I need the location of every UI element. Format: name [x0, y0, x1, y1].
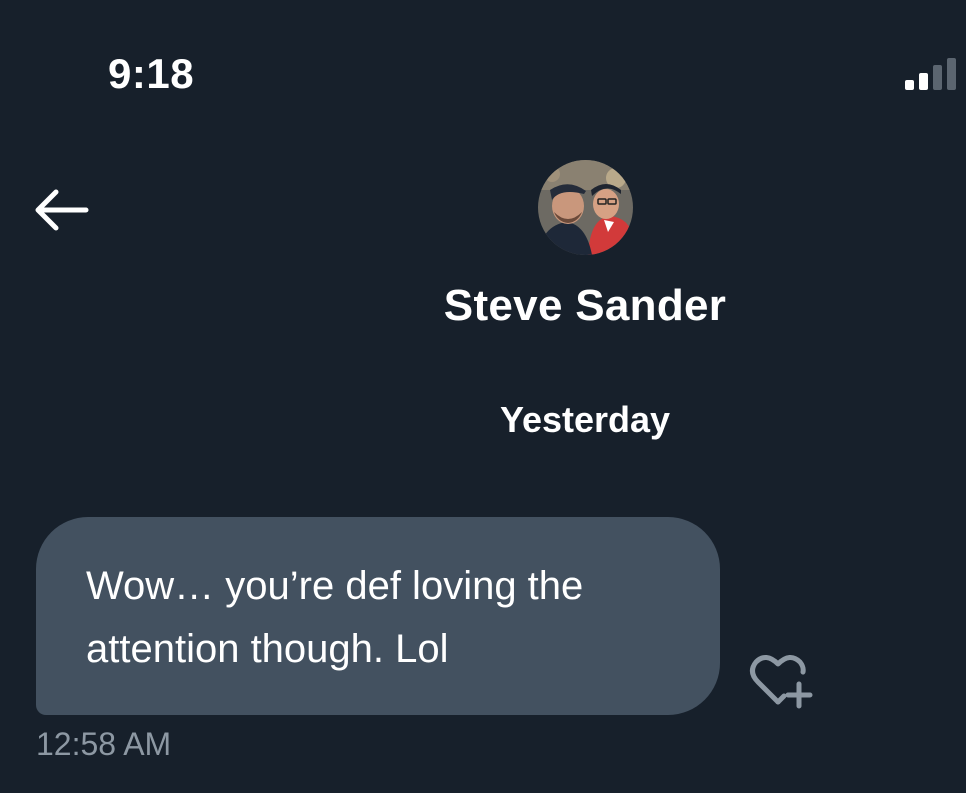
add-reaction-button[interactable] — [742, 648, 814, 712]
heart-plus-icon — [750, 655, 813, 709]
message-bubble[interactable]: Wow… you’re def loving the attention tho… — [36, 517, 720, 715]
arrow-left-icon — [35, 189, 89, 231]
status-time: 9:18 — [108, 50, 195, 97]
date-separator: Yesterday — [499, 399, 671, 440]
cellular-signal-icon — [905, 58, 956, 90]
back-button[interactable] — [28, 178, 92, 242]
avatar[interactable] — [538, 160, 633, 255]
message-text: Wow… you’re def loving the attention tho… — [86, 564, 584, 671]
contact-name[interactable]: Steve Sander — [360, 280, 810, 332]
message-timestamp: 12:58 AM — [36, 726, 172, 762]
